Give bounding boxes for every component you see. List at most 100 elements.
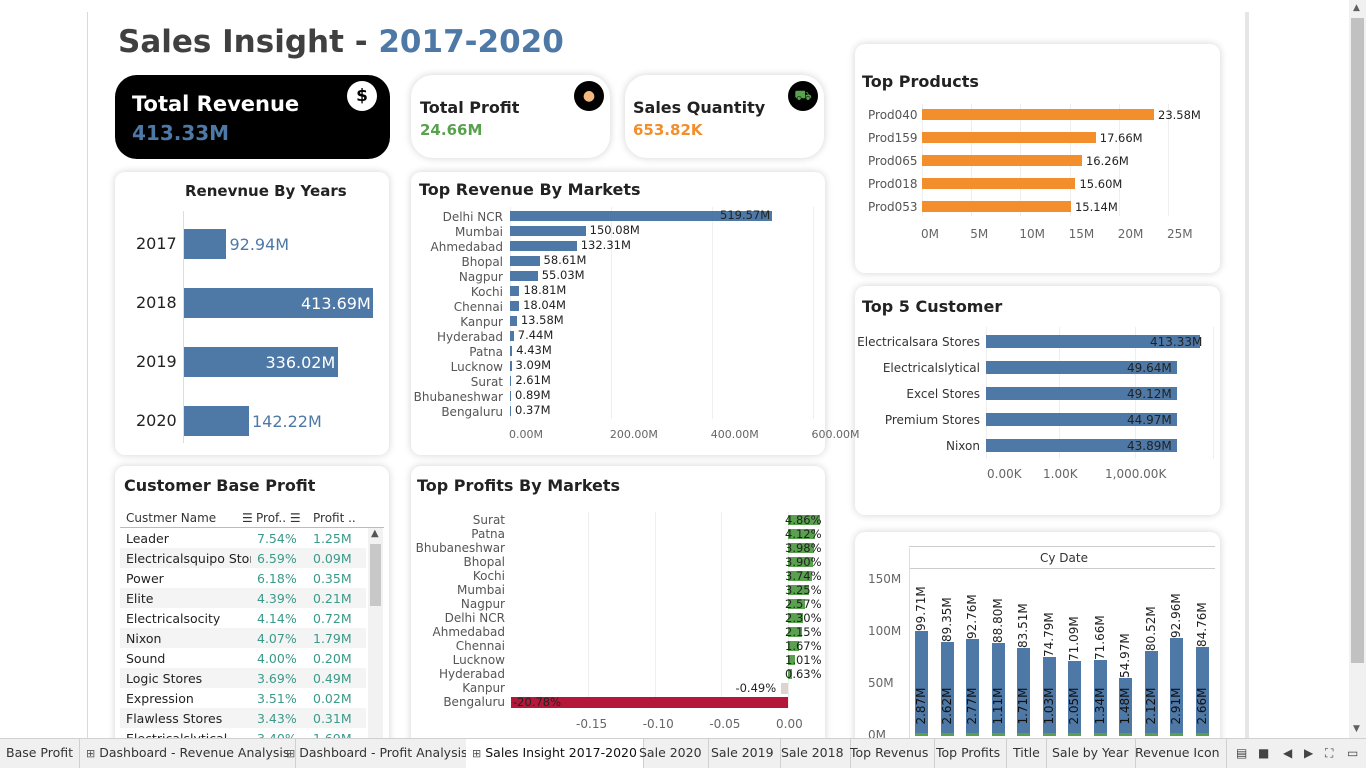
market-bar	[510, 331, 514, 341]
sheet-tab[interactable]: ⊞ Dashboard - Profit Analysis	[280, 739, 475, 768]
profit-value-label: 2.15%	[785, 625, 822, 639]
dashboard-canvas: Sales Insight - 2017-2020 Total Revenue …	[0, 0, 1366, 738]
table-row[interactable]: Flawless Stores 3.43% 0.31M	[120, 708, 366, 728]
filmstrip-view-icon[interactable]: ■	[1258, 746, 1269, 760]
market-value-label: 4.43M	[516, 343, 552, 357]
kpi-value: 413.33M	[132, 121, 230, 145]
sheet-tab[interactable]: Sale 2018	[775, 739, 851, 768]
profit-cell: 0.09M	[313, 551, 352, 566]
grid-line	[711, 207, 713, 419]
table-row[interactable]: Electricalsocity 4.14% 0.72M	[120, 608, 366, 628]
sheet-tab-label: Sale by Year	[1052, 745, 1129, 760]
market-value-label: 13.58M	[520, 313, 564, 327]
scroll-up-icon[interactable]: ▲	[1353, 3, 1360, 13]
profit-pct-cell: 7.54%	[257, 531, 297, 546]
scrollbar-thumb[interactable]	[1351, 18, 1364, 663]
table-row[interactable]: Electricalslytical 3.40% 1.69M	[120, 728, 366, 738]
sort-icon[interactable]: ☰	[242, 511, 253, 525]
table-row[interactable]: Logic Stores 3.69% 0.49M	[120, 668, 366, 688]
scroll-up-icon[interactable]: ▲	[371, 528, 379, 539]
market-bar	[510, 286, 520, 296]
market-value-label: 2.61M	[515, 373, 551, 387]
scroll-down-icon[interactable]: ▼	[1353, 724, 1360, 734]
grid-line	[510, 207, 511, 419]
market-label: Mumbai	[455, 225, 503, 239]
sheet-tab[interactable]: Title	[1007, 739, 1047, 768]
axis-tick-label: 200.00M	[609, 428, 658, 441]
market-bar	[510, 256, 540, 266]
kpi-value: 653.82K	[633, 121, 703, 139]
market-value-label: 18.04M	[523, 298, 566, 312]
sales-quantity-card[interactable]: Sales Quantity 653.82K ⛟	[625, 75, 824, 158]
sheet-tab-label: Dashboard - Revenue Analysis	[99, 745, 290, 760]
cart-icon: ⛟	[788, 81, 818, 111]
title-years: 2017-2020	[378, 24, 564, 60]
table-row[interactable]: Sound 4.00% 0.20M	[120, 648, 366, 668]
sheet-tab-label: Sales Insight 2017-2020	[485, 745, 637, 760]
market-label: Kanpur	[460, 315, 503, 329]
total-profit-card[interactable]: Total Profit 24.66M ●	[411, 75, 610, 158]
column-header-name[interactable]: Custmer Name ☰	[126, 511, 253, 525]
sheet-tab[interactable]: ⊞ Sales Insight 2017-2020	[466, 739, 644, 768]
grid-line	[721, 512, 723, 708]
month-value-label: 83.51M	[1016, 603, 1030, 649]
customer-name-cell: Power	[126, 571, 164, 586]
market-label: Patna	[471, 527, 505, 541]
total-revenue-card[interactable]: Total Revenue 413.33M $	[115, 75, 390, 159]
product-bar	[922, 132, 1096, 143]
grid-view-icon[interactable]: ▤	[1236, 746, 1247, 760]
table-scrollbar[interactable]: ▲	[368, 528, 383, 738]
column-header-profit[interactable]: Profit ..	[313, 511, 356, 525]
sheet-tab[interactable]: Base Profit	[0, 739, 81, 768]
profit-value-label: 3.25%	[785, 583, 822, 597]
market-bar	[510, 316, 517, 326]
market-value-label: 519.57M	[720, 208, 771, 222]
year-value-label: 413.69M	[301, 294, 371, 313]
divider	[87, 12, 88, 738]
scrollbar-thumb[interactable]	[370, 544, 381, 606]
header-line	[909, 546, 1215, 547]
month-base-bar	[1093, 733, 1107, 736]
sheet-tab[interactable]: Revenue Icon	[1129, 739, 1227, 768]
customer-label: Excel Stores	[906, 387, 980, 401]
table-row[interactable]: Nixon 4.07% 1.79M	[120, 628, 366, 648]
month-base-label: 1.48M	[1118, 687, 1132, 725]
table-row[interactable]: Expression 3.51% 0.02M	[120, 688, 366, 708]
month-value-label: 92.76M	[965, 593, 979, 639]
market-label: Lucknow	[450, 360, 503, 374]
sheet-tab[interactable]: Sale 2020	[633, 739, 709, 768]
month-base-bar	[1144, 733, 1158, 736]
table-row[interactable]: Power 6.18% 0.35M	[120, 568, 366, 588]
axis-tick-label: 150M	[868, 572, 902, 586]
sheet-tab[interactable]: Sale 2019	[705, 739, 781, 768]
dashboard-icon: ⊞	[86, 747, 96, 760]
market-label: Bhopal	[461, 255, 503, 269]
sheet-tab[interactable]: ⊞ Dashboard - Revenue Analysis	[80, 739, 297, 768]
vertical-scrollbar[interactable]: ▲ ▼	[1349, 0, 1366, 738]
present-icon[interactable]: ▭	[1347, 746, 1358, 760]
sheet-tab[interactable]: Sale by Year	[1046, 739, 1136, 768]
market-label: Bengaluru	[441, 405, 503, 419]
market-bar	[510, 406, 511, 416]
previous-sheet-icon[interactable]: ◀	[1283, 746, 1292, 760]
sort-icon[interactable]: ☰	[290, 511, 301, 525]
table-row[interactable]: Elite 4.39% 0.21M	[120, 588, 366, 608]
table-row[interactable]: Electricalsquipo Stor.. 6.59% 0.09M	[120, 548, 366, 568]
market-label: Kochi	[472, 569, 505, 583]
fullscreen-icon[interactable]: ⛶	[1325, 746, 1333, 761]
table-row[interactable]: Leader 7.54% 1.25M	[120, 528, 366, 548]
month-base-bar	[966, 733, 979, 736]
sheet-tab[interactable]: Top Profits	[930, 739, 1008, 768]
title-prefix: Sales Insight -	[118, 24, 379, 60]
table-title: Customer Base Profit	[124, 476, 316, 495]
profit-cell: 0.35M	[313, 571, 352, 586]
market-label: Surat	[472, 513, 505, 527]
product-value-label: 23.58M	[1158, 108, 1201, 122]
axis-line	[909, 548, 910, 738]
kpi-value: 24.66M	[420, 121, 483, 139]
sheet-tab[interactable]: Top Revenus	[844, 739, 936, 768]
column-header-profit-pct[interactable]: Prof.. ☰	[256, 511, 301, 525]
market-bar	[510, 391, 511, 401]
month-value-label: 92.96M	[1169, 593, 1183, 639]
next-sheet-icon[interactable]: ▶	[1304, 746, 1313, 760]
